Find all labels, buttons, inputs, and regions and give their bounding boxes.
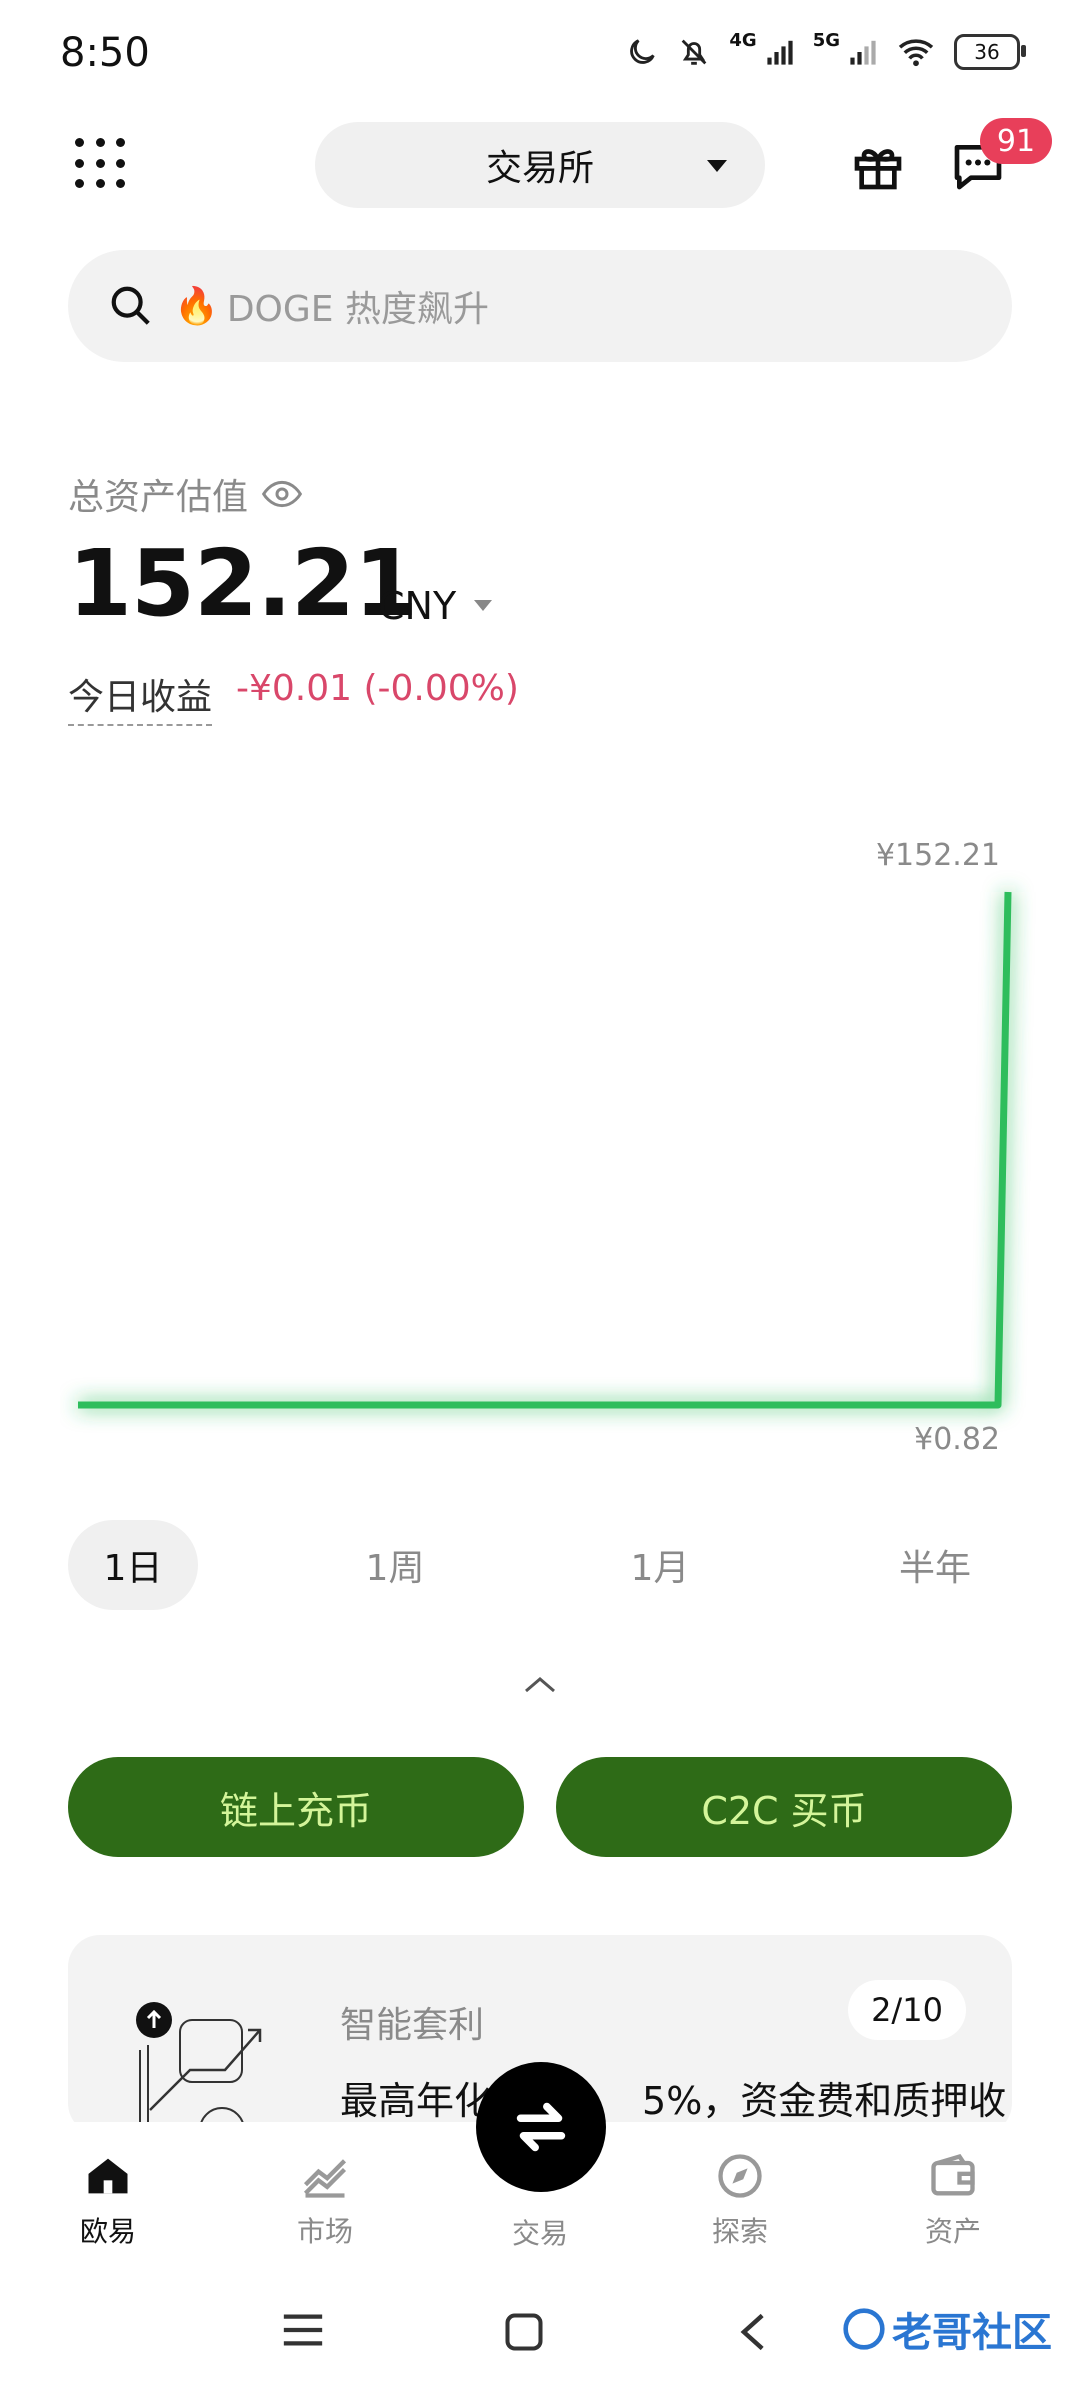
promo-card-desc: 最高年化 5%，资金费和质押收 bbox=[340, 2070, 1006, 2125]
nav-trade-label: 交易 bbox=[511, 2217, 568, 2250]
bell-off-icon bbox=[682, 39, 707, 65]
swap-icon bbox=[516, 2102, 566, 2152]
nav-assets-label: 资产 bbox=[924, 2215, 981, 2248]
gift-icon[interactable] bbox=[850, 138, 906, 194]
exchange-label: 交易所 bbox=[485, 148, 594, 189]
arbitrage-illustration-icon bbox=[136, 2002, 262, 2130]
watermark-text: 老哥社区 bbox=[892, 2310, 1052, 2356]
eye-icon[interactable] bbox=[262, 480, 303, 508]
nav-market-label: 市场 bbox=[296, 2215, 353, 2248]
recent-apps-icon[interactable] bbox=[280, 2310, 326, 2350]
nav-market[interactable]: 市场 bbox=[265, 2150, 385, 2250]
total-assets-text: 总资产估值 bbox=[68, 477, 249, 518]
search-placeholder: DOGE 热度飙升 bbox=[226, 289, 489, 330]
promo-card-desc-left: 最高年化 bbox=[340, 2079, 493, 2123]
status-time: 8:50 bbox=[60, 30, 150, 76]
nav-explore[interactable]: 探索 bbox=[680, 2150, 800, 2250]
dragon-logo-icon bbox=[843, 2308, 885, 2350]
chart-min-label: ¥0.82 bbox=[914, 1422, 1000, 1457]
range-tab-1w[interactable]: 1周 bbox=[330, 1520, 460, 1610]
range-tab-1m[interactable]: 1月 bbox=[595, 1520, 725, 1610]
nav-explore-label: 探索 bbox=[711, 2215, 768, 2248]
chevron-down-icon[interactable] bbox=[474, 600, 492, 611]
search-icon bbox=[111, 286, 150, 325]
promo-card-desc-right: 5%，资金费和质押收 bbox=[642, 2079, 1007, 2123]
apps-grid-icon[interactable] bbox=[75, 138, 127, 190]
onchain-deposit-button[interactable]: 链上充币 bbox=[68, 1757, 524, 1857]
total-assets-label: 总资产估值 bbox=[68, 468, 303, 520]
signal-icon bbox=[850, 40, 876, 65]
nav-trade[interactable]: 交易 bbox=[480, 2212, 600, 2252]
back-icon[interactable] bbox=[735, 2310, 771, 2354]
market-chart-icon bbox=[303, 2159, 347, 2198]
promo-card-title: 智能套利 bbox=[340, 2005, 485, 2046]
chevron-down-icon bbox=[707, 160, 727, 172]
trade-fab[interactable] bbox=[476, 2062, 606, 2192]
flame-icon: 🔥 bbox=[174, 286, 219, 327]
home-square-icon[interactable] bbox=[502, 2310, 546, 2354]
asset-series-line bbox=[78, 891, 1012, 1409]
search-bar[interactable]: 🔥 DOGE 热度飙升 bbox=[68, 250, 1012, 362]
range-tab-6m[interactable]: 半年 bbox=[870, 1520, 1000, 1610]
wallet-icon bbox=[931, 2153, 975, 2196]
compass-icon bbox=[718, 2154, 762, 2198]
notification-badge: 91 bbox=[980, 118, 1052, 164]
today-pnl-label[interactable]: 今日收益 bbox=[68, 668, 213, 726]
total-assets-value: 152.21 bbox=[68, 530, 418, 637]
network-4g-label: 4G bbox=[729, 29, 757, 51]
nav-assets[interactable]: 资产 bbox=[893, 2150, 1013, 2250]
promo-card-pager: 2/10 bbox=[848, 1980, 966, 2040]
asset-line-chart bbox=[77, 891, 1012, 1409]
currency-selector[interactable]: CNY bbox=[378, 584, 456, 628]
wifi-icon bbox=[898, 39, 934, 67]
network-5g-label: 5G bbox=[812, 29, 840, 51]
status-icons: 4G 5G 36 bbox=[625, 30, 1026, 70]
signal-icon bbox=[767, 40, 793, 65]
watermark-logo: 老哥社区 bbox=[842, 2300, 1052, 2358]
nav-home[interactable]: 欧易 bbox=[48, 2150, 168, 2250]
chevron-up-icon[interactable] bbox=[520, 1672, 560, 1696]
exchange-switcher[interactable]: 交易所 bbox=[315, 122, 765, 208]
today-pnl-value: -¥0.01 (-0.00%) bbox=[236, 668, 519, 709]
nav-home-label: 欧易 bbox=[79, 2215, 136, 2248]
moon-icon bbox=[630, 39, 656, 64]
c2c-buy-button[interactable]: C2C 买币 bbox=[556, 1757, 1012, 1857]
home-icon bbox=[88, 2158, 128, 2194]
battery-icon: 36 bbox=[954, 34, 1026, 70]
range-tab-1d[interactable]: 1日 bbox=[68, 1520, 198, 1610]
